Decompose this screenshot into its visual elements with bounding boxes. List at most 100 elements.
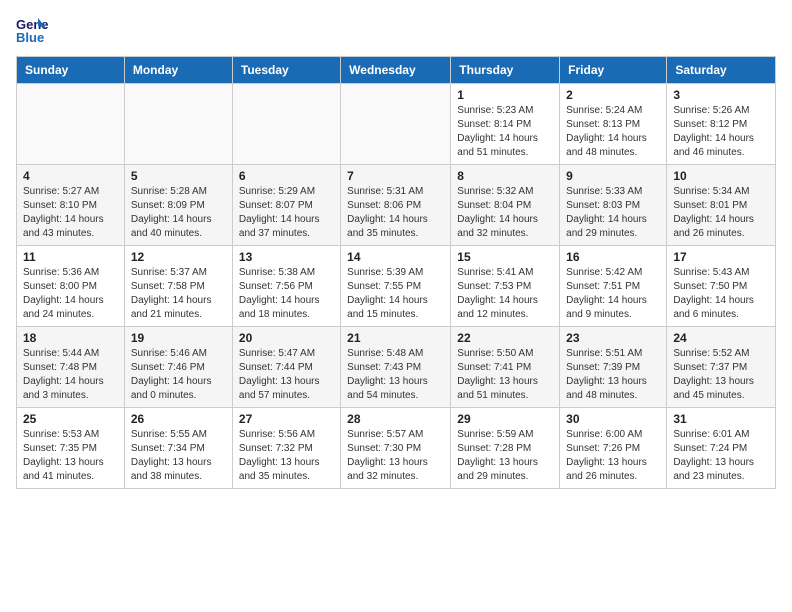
calendar-cell: 30 Sunrise: 6:00 AM Sunset: 7:26 PM Dayli… xyxy=(560,408,667,489)
calendar-cell: 3 Sunrise: 5:26 AM Sunset: 8:12 PM Daylig… xyxy=(667,84,776,165)
calendar-cell: 10Sunrise: 5:34 AM Sunset: 8:01 PM Dayli… xyxy=(667,165,776,246)
day-info: Sunrise: 5:44 AM Sunset: 7:48 PM Dayligh… xyxy=(23,347,118,403)
day-number: 19 xyxy=(131,331,226,345)
calendar-cell: 8 Sunrise: 5:32 AM Sunset: 8:04 PM Daylig… xyxy=(451,165,560,246)
day-number: 29 xyxy=(457,412,553,426)
day-info: Sunrise: 5:57 AM Sunset: 7:30 PM Dayligh… xyxy=(347,428,444,484)
day-info: Sunrise: 5:37 AM Sunset: 7:58 PM Dayligh… xyxy=(131,266,226,322)
day-number: 11 xyxy=(23,250,118,264)
page-header: General Blue xyxy=(16,16,776,44)
calendar-cell: 28 Sunrise: 5:57 AM Sunset: 7:30 PM Dayli… xyxy=(341,408,451,489)
weekday-header-monday: Monday xyxy=(124,57,232,84)
day-info: Sunrise: 5:55 AM Sunset: 7:34 PM Dayligh… xyxy=(131,428,226,484)
day-number: 24 xyxy=(673,331,769,345)
calendar-cell: 20 Sunrise: 5:47 AM Sunset: 7:44 PM Dayli… xyxy=(232,327,340,408)
day-number: 23 xyxy=(566,331,660,345)
calendar-cell: 26 Sunrise: 5:55 AM Sunset: 7:34 PM Dayli… xyxy=(124,408,232,489)
calendar-cell: 13 Sunrise: 5:38 AM Sunset: 7:56 PM Dayli… xyxy=(232,246,340,327)
calendar-cell: 5 Sunrise: 5:28 AM Sunset: 8:09 PM Daylig… xyxy=(124,165,232,246)
weekday-header-thursday: Thursday xyxy=(451,57,560,84)
weekday-header-tuesday: Tuesday xyxy=(232,57,340,84)
day-info: Sunrise: 5:53 AM Sunset: 7:35 PM Dayligh… xyxy=(23,428,118,484)
day-info: Sunrise: 5:32 AM Sunset: 8:04 PM Dayligh… xyxy=(457,185,553,241)
day-number: 28 xyxy=(347,412,444,426)
logo: General Blue xyxy=(16,16,48,44)
day-number: 8 xyxy=(457,169,553,183)
day-info: Sunrise: 5:52 AM Sunset: 7:37 PM Dayligh… xyxy=(673,347,769,403)
day-info: Sunrise: 5:23 AM Sunset: 8:14 PM Dayligh… xyxy=(457,104,553,160)
day-number: 14 xyxy=(347,250,444,264)
day-number: 3 xyxy=(673,88,769,102)
day-number: 18 xyxy=(23,331,118,345)
day-info: Sunrise: 5:38 AM Sunset: 7:56 PM Dayligh… xyxy=(239,266,334,322)
day-info: Sunrise: 5:47 AM Sunset: 7:44 PM Dayligh… xyxy=(239,347,334,403)
calendar-cell xyxy=(124,84,232,165)
day-info: Sunrise: 5:41 AM Sunset: 7:53 PM Dayligh… xyxy=(457,266,553,322)
calendar-cell: 12 Sunrise: 5:37 AM Sunset: 7:58 PM Dayli… xyxy=(124,246,232,327)
day-number: 1 xyxy=(457,88,553,102)
calendar-cell: 16 Sunrise: 5:42 AM Sunset: 7:51 PM Dayli… xyxy=(560,246,667,327)
day-number: 16 xyxy=(566,250,660,264)
calendar-cell xyxy=(341,84,451,165)
day-number: 30 xyxy=(566,412,660,426)
calendar-week-row: 1 Sunrise: 5:23 AM Sunset: 8:14 PM Daylig… xyxy=(17,84,776,165)
calendar-cell xyxy=(232,84,340,165)
calendar-cell: 7 Sunrise: 5:31 AM Sunset: 8:06 PM Daylig… xyxy=(341,165,451,246)
calendar-cell: 14 Sunrise: 5:39 AM Sunset: 7:55 PM Dayli… xyxy=(341,246,451,327)
calendar-cell: 9Sunrise: 5:33 AM Sunset: 8:03 PM Daylig… xyxy=(560,165,667,246)
day-info: Sunrise: 5:26 AM Sunset: 8:12 PM Dayligh… xyxy=(673,104,769,160)
weekday-header-sunday: Sunday xyxy=(17,57,125,84)
svg-text:Blue: Blue xyxy=(16,30,44,44)
calendar-table: SundayMondayTuesdayWednesdayThursdayFrid… xyxy=(16,56,776,489)
day-number: 17 xyxy=(673,250,769,264)
day-number: 22 xyxy=(457,331,553,345)
calendar-week-row: 25 Sunrise: 5:53 AM Sunset: 7:35 PM Dayli… xyxy=(17,408,776,489)
day-number: 31 xyxy=(673,412,769,426)
day-info: Sunrise: 5:27 AM Sunset: 8:10 PM Dayligh… xyxy=(23,185,118,241)
day-number: 5 xyxy=(131,169,226,183)
day-info: Sunrise: 5:50 AM Sunset: 7:41 PM Dayligh… xyxy=(457,347,553,403)
day-info: Sunrise: 5:43 AM Sunset: 7:50 PM Dayligh… xyxy=(673,266,769,322)
day-info: Sunrise: 5:33 AM Sunset: 8:03 PM Dayligh… xyxy=(566,185,660,241)
day-info: Sunrise: 5:51 AM Sunset: 7:39 PM Dayligh… xyxy=(566,347,660,403)
calendar-cell: 15 Sunrise: 5:41 AM Sunset: 7:53 PM Dayli… xyxy=(451,246,560,327)
day-number: 7 xyxy=(347,169,444,183)
day-number: 25 xyxy=(23,412,118,426)
day-info: Sunrise: 5:28 AM Sunset: 8:09 PM Dayligh… xyxy=(131,185,226,241)
weekday-header-saturday: Saturday xyxy=(667,57,776,84)
calendar-cell: 25 Sunrise: 5:53 AM Sunset: 7:35 PM Dayli… xyxy=(17,408,125,489)
day-number: 20 xyxy=(239,331,334,345)
day-info: Sunrise: 5:56 AM Sunset: 7:32 PM Dayligh… xyxy=(239,428,334,484)
day-number: 4 xyxy=(23,169,118,183)
calendar-cell: 27 Sunrise: 5:56 AM Sunset: 7:32 PM Dayli… xyxy=(232,408,340,489)
calendar-cell: 29 Sunrise: 5:59 AM Sunset: 7:28 PM Dayli… xyxy=(451,408,560,489)
calendar-cell: 22 Sunrise: 5:50 AM Sunset: 7:41 PM Dayli… xyxy=(451,327,560,408)
calendar-cell xyxy=(17,84,125,165)
day-info: Sunrise: 5:29 AM Sunset: 8:07 PM Dayligh… xyxy=(239,185,334,241)
weekday-header-friday: Friday xyxy=(560,57,667,84)
day-info: Sunrise: 6:01 AM Sunset: 7:24 PM Dayligh… xyxy=(673,428,769,484)
day-info: Sunrise: 5:42 AM Sunset: 7:51 PM Dayligh… xyxy=(566,266,660,322)
day-info: Sunrise: 5:39 AM Sunset: 7:55 PM Dayligh… xyxy=(347,266,444,322)
day-number: 10 xyxy=(673,169,769,183)
calendar-cell: 1 Sunrise: 5:23 AM Sunset: 8:14 PM Daylig… xyxy=(451,84,560,165)
day-number: 27 xyxy=(239,412,334,426)
calendar-cell: 31 Sunrise: 6:01 AM Sunset: 7:24 PM Dayli… xyxy=(667,408,776,489)
calendar-cell: 19Sunrise: 5:46 AM Sunset: 7:46 PM Dayli… xyxy=(124,327,232,408)
day-info: Sunrise: 5:59 AM Sunset: 7:28 PM Dayligh… xyxy=(457,428,553,484)
day-number: 13 xyxy=(239,250,334,264)
calendar-cell: 4 Sunrise: 5:27 AM Sunset: 8:10 PM Daylig… xyxy=(17,165,125,246)
day-info: Sunrise: 5:31 AM Sunset: 8:06 PM Dayligh… xyxy=(347,185,444,241)
calendar-cell: 24 Sunrise: 5:52 AM Sunset: 7:37 PM Dayli… xyxy=(667,327,776,408)
day-number: 12 xyxy=(131,250,226,264)
calendar-cell: 2 Sunrise: 5:24 AM Sunset: 8:13 PM Daylig… xyxy=(560,84,667,165)
calendar-cell: 17 Sunrise: 5:43 AM Sunset: 7:50 PM Dayli… xyxy=(667,246,776,327)
day-number: 6 xyxy=(239,169,334,183)
day-info: Sunrise: 5:24 AM Sunset: 8:13 PM Dayligh… xyxy=(566,104,660,160)
day-info: Sunrise: 6:00 AM Sunset: 7:26 PM Dayligh… xyxy=(566,428,660,484)
day-number: 26 xyxy=(131,412,226,426)
day-number: 2 xyxy=(566,88,660,102)
day-number: 15 xyxy=(457,250,553,264)
calendar-cell: 18 Sunrise: 5:44 AM Sunset: 7:48 PM Dayli… xyxy=(17,327,125,408)
weekday-header-wednesday: Wednesday xyxy=(341,57,451,84)
